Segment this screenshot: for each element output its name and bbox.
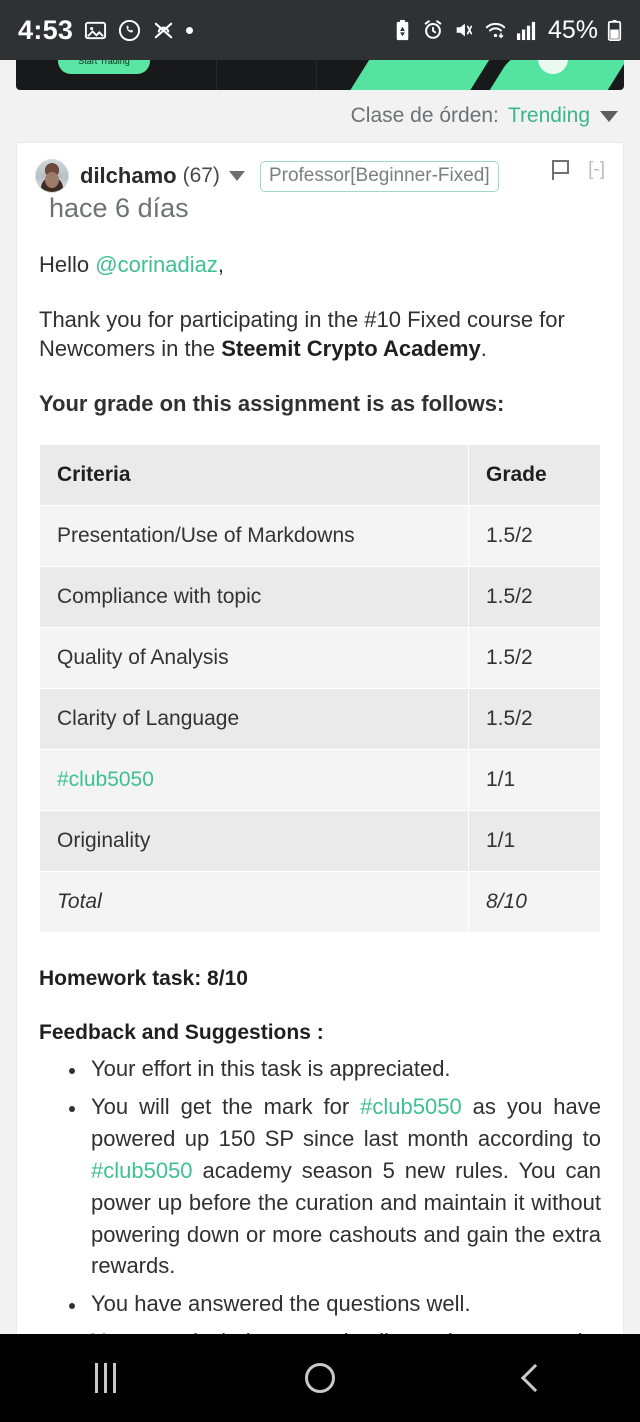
mention-link[interactable]: @corinadiaz bbox=[95, 252, 218, 277]
banner-graphic-left bbox=[339, 60, 493, 90]
table-row: Presentation/Use of Markdowns 1.5/2 bbox=[39, 505, 601, 568]
battery-percent-label: 45% bbox=[547, 15, 598, 44]
cell-criteria: Clarity of Language bbox=[39, 688, 469, 751]
post-timestamp[interactable]: hace 6 días bbox=[49, 193, 189, 224]
status-bar-left: 4:53 bbox=[18, 14, 194, 46]
author-reputation: (67) bbox=[182, 164, 220, 187]
promo-banner[interactable]: Start Trading bbox=[16, 60, 624, 90]
chevron-down-icon[interactable] bbox=[600, 110, 618, 122]
cell-grade: 1.5/2 bbox=[468, 566, 601, 629]
cell-grade: 1.5/2 bbox=[468, 505, 601, 568]
intro-text-part2: . bbox=[480, 336, 487, 362]
android-nav-bar bbox=[0, 1334, 640, 1422]
grades-table: Criteria Grade Presentation/Use of Markd… bbox=[39, 444, 601, 934]
post-header: dilchamo (67) Professor[Beginner-Fixed] … bbox=[17, 143, 623, 224]
cell-criteria: Quality of Analysis bbox=[39, 627, 469, 690]
sort-order-value[interactable]: Trending bbox=[508, 104, 590, 128]
cell-grade: 1.5/2 bbox=[468, 688, 601, 751]
post-header-actions: [-] bbox=[552, 159, 605, 181]
club5050-tag-link[interactable]: #club5050 bbox=[57, 768, 154, 791]
post-card: dilchamo (67) Professor[Beginner-Fixed] … bbox=[16, 142, 624, 1422]
cell-grade: 1/1 bbox=[468, 810, 601, 873]
cell-criteria: Originality bbox=[39, 810, 469, 873]
cellular-signal-icon bbox=[516, 20, 537, 41]
author-name[interactable]: dilchamo bbox=[80, 163, 177, 189]
avatar[interactable] bbox=[35, 159, 69, 193]
mute-vibrate-icon bbox=[453, 19, 475, 41]
table-row: Quality of Analysis 1.5/2 bbox=[39, 627, 601, 690]
table-header-row: Criteria Grade bbox=[39, 444, 601, 507]
sort-order-label: Clase de órden: bbox=[350, 104, 499, 127]
status-bar-right: 45% bbox=[392, 16, 622, 45]
cell-grade: 1.5/2 bbox=[468, 627, 601, 690]
sort-order-row: Clase de órden: Trending bbox=[0, 90, 640, 142]
grade-lead-text: Your grade on this assignment is as foll… bbox=[39, 391, 505, 417]
role-badge: Professor[Beginner-Fixed] bbox=[259, 160, 499, 192]
cell-total-label: Total bbox=[39, 871, 469, 934]
photos-icon bbox=[84, 19, 107, 42]
grades-table-head: Criteria Grade bbox=[39, 444, 601, 507]
whatsapp-icon bbox=[118, 19, 141, 42]
cell-criteria: Compliance with topic bbox=[39, 566, 469, 629]
feedback-title: Feedback and Suggestions : bbox=[39, 1021, 324, 1045]
wifi-icon bbox=[484, 19, 507, 41]
recents-icon[interactable] bbox=[94, 1363, 116, 1393]
list-item: You will get the mark for #club5050 as y… bbox=[87, 1091, 601, 1282]
list-item: Your effort in this task is appreciated. bbox=[87, 1053, 601, 1085]
greeting-paragraph: Hello @corinadiaz, bbox=[39, 250, 601, 279]
intro-paragraph: Thank you for participating in the #10 F… bbox=[39, 305, 601, 363]
grades-table-body: Presentation/Use of Markdowns 1.5/2 Comp… bbox=[39, 505, 601, 934]
battery-icon bbox=[607, 19, 622, 42]
header-criteria: Criteria bbox=[39, 444, 469, 507]
battery-saver-icon bbox=[392, 19, 413, 42]
flag-icon[interactable] bbox=[552, 160, 570, 180]
table-total-row: Total 8/10 bbox=[39, 871, 601, 934]
post-body: Hello @corinadiaz, Thank you for partici… bbox=[17, 250, 623, 1422]
cell-grade: 1/1 bbox=[468, 749, 601, 812]
back-icon[interactable] bbox=[520, 1363, 550, 1393]
app-screen: 4:53 45% Start Trading Clase de órden: T… bbox=[0, 0, 640, 1422]
alarm-icon bbox=[422, 19, 444, 41]
contacts-sync-icon bbox=[152, 19, 175, 42]
list-item: You have answered the questions well. bbox=[87, 1288, 601, 1320]
start-trading-button[interactable]: Start Trading bbox=[58, 60, 150, 74]
collapse-toggle[interactable]: [-] bbox=[588, 159, 605, 181]
club5050-tag-link[interactable]: #club5050 bbox=[360, 1094, 462, 1119]
table-row: Compliance with topic 1.5/2 bbox=[39, 566, 601, 629]
homework-score-line: Homework task: 8/10 bbox=[39, 967, 248, 991]
greeting-suffix: , bbox=[217, 252, 224, 277]
cell-criteria: Presentation/Use of Markdowns bbox=[39, 505, 469, 568]
status-bar: 4:53 45% bbox=[0, 0, 640, 60]
dot-indicator-icon bbox=[186, 26, 194, 34]
table-row: Originality 1/1 bbox=[39, 810, 601, 873]
author-menu-chevron-down-icon[interactable] bbox=[228, 171, 245, 181]
bullet-seg1: You will get the mark for bbox=[91, 1094, 361, 1120]
academy-name: Steemit Crypto Academy bbox=[221, 336, 481, 362]
status-bar-clock: 4:53 bbox=[18, 14, 74, 45]
cell-total-value: 8/10 bbox=[468, 871, 601, 934]
club5050-tag-link[interactable]: #club5050 bbox=[91, 1158, 193, 1183]
cell-criteria: #club5050 bbox=[39, 749, 469, 812]
table-row: Clarity of Language 1.5/2 bbox=[39, 688, 601, 751]
header-grade: Grade bbox=[468, 444, 601, 507]
home-icon[interactable] bbox=[305, 1363, 336, 1393]
table-row: #club5050 1/1 bbox=[39, 749, 601, 812]
greeting-prefix: Hello bbox=[39, 252, 96, 277]
